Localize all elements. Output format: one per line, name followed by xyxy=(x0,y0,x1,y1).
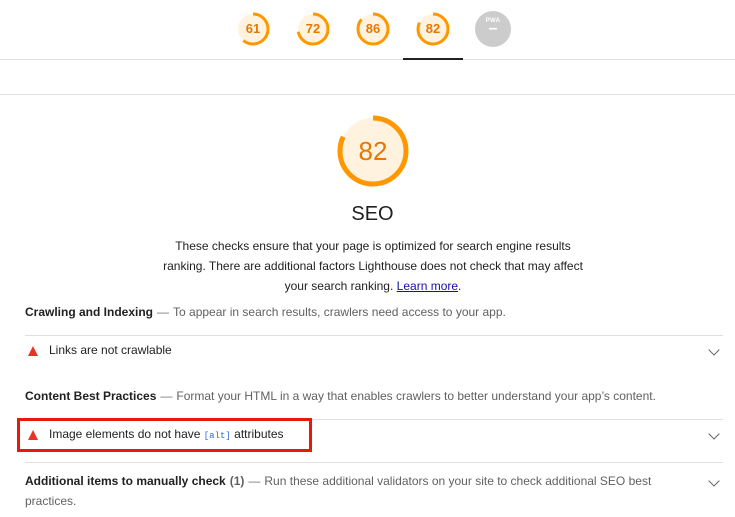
active-tab-underline xyxy=(403,58,463,60)
group-crawling-indexing: Crawling and Indexing — To appear in searc… xyxy=(25,302,506,322)
chevron-down-icon[interactable] xyxy=(708,344,720,356)
separator: — xyxy=(248,474,261,488)
chevron-down-icon[interactable] xyxy=(708,428,720,440)
audit-links-crawlable[interactable]: Links are not crawlable xyxy=(25,335,723,367)
score-value: 61 xyxy=(245,21,261,36)
best-practices-score-tab[interactable]: 86 xyxy=(355,11,391,47)
group-description: Format your HTML in a way that enables c… xyxy=(176,389,656,403)
score-value: 82 xyxy=(425,21,441,36)
category-description: These checks ensure that your page is op… xyxy=(163,236,583,296)
separator: — xyxy=(157,305,170,319)
description-period: . xyxy=(458,279,462,293)
group-content-best-practices: Content Best Practices — Format your HTML … xyxy=(25,386,656,406)
score-tabs-bar: 61 72 86 82 PWA – xyxy=(0,0,735,60)
score-value: – xyxy=(488,20,498,37)
highlight-box xyxy=(17,418,312,452)
score-value: 86 xyxy=(365,21,381,36)
accessibility-score-tab[interactable]: 72 xyxy=(295,11,331,47)
manual-checks-row[interactable]: Additional items to manually check (1) — Ru… xyxy=(25,462,723,517)
group-title: Additional items to manually check xyxy=(25,474,226,488)
group-count: (1) xyxy=(229,474,245,488)
group-manual-checks: Additional items to manually check (1) — Ru… xyxy=(25,471,685,511)
chevron-down-icon[interactable] xyxy=(708,475,720,487)
category-description-text: These checks ensure that your page is op… xyxy=(163,239,583,293)
section-divider xyxy=(0,94,735,95)
seo-score-gauge: 82 xyxy=(337,115,409,187)
learn-more-link[interactable]: Learn more xyxy=(397,279,458,293)
category-title: SEO xyxy=(351,203,394,225)
pwa-score-tab[interactable]: PWA – xyxy=(475,11,511,47)
score-value: 72 xyxy=(305,21,321,36)
group-title: Content Best Practices xyxy=(25,389,157,403)
seo-score-tab[interactable]: 82 xyxy=(415,11,451,47)
group-description: To appear in search results, crawlers ne… xyxy=(173,305,506,319)
performance-score-tab[interactable]: 61 xyxy=(235,11,271,47)
separator: — xyxy=(160,389,173,403)
fail-icon xyxy=(28,346,38,356)
group-title: Crawling and Indexing xyxy=(25,305,154,319)
seo-score-value: 82 xyxy=(358,136,388,166)
audit-title: Links are not crawlable xyxy=(49,343,172,357)
